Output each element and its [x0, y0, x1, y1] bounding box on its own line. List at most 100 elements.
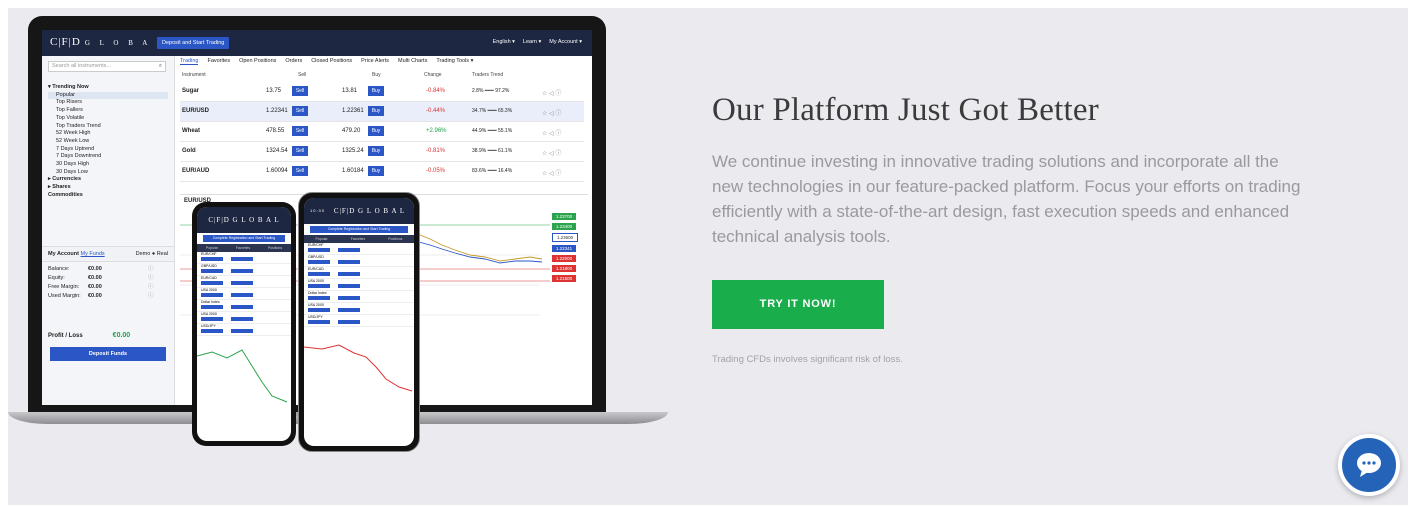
- tree-item[interactable]: Top Risers: [48, 99, 168, 107]
- phone-sell-bar[interactable]: [308, 272, 330, 276]
- tab-3[interactable]: Orders: [285, 58, 302, 65]
- tree-item[interactable]: Top Traders Trend: [48, 123, 168, 131]
- tree-item[interactable]: ▸ Currencies: [48, 176, 168, 184]
- buy-button[interactable]: Buy: [368, 86, 384, 96]
- phone-sell-bar[interactable]: [201, 329, 223, 333]
- sell-button[interactable]: Sell: [292, 126, 308, 136]
- phone-buy-bar[interactable]: [231, 293, 253, 297]
- row-actions-icon[interactable]: ☆ ◁ ⓘ: [542, 108, 561, 117]
- tree-item[interactable]: 52 Week High: [48, 130, 168, 138]
- phone-sell-bar[interactable]: [308, 320, 330, 324]
- phone-row[interactable]: EUR/CHF: [304, 243, 414, 255]
- account-label: Free Margin:: [48, 284, 80, 290]
- phone-buy-bar[interactable]: [338, 296, 360, 300]
- phone-sell-bar[interactable]: [308, 284, 330, 288]
- tab-0[interactable]: Trading: [180, 58, 199, 65]
- phone-buy-bar[interactable]: [338, 284, 360, 288]
- chat-bubble-icon: [1357, 453, 1381, 477]
- row-actions-icon[interactable]: ☆ ◁ ⓘ: [542, 88, 561, 97]
- chat-button[interactable]: [1338, 434, 1400, 496]
- phone-buy-bar[interactable]: [338, 248, 360, 252]
- phone-row[interactable]: USA 2000: [304, 303, 414, 315]
- phone-row[interactable]: USA 2000: [197, 312, 291, 324]
- tree-item[interactable]: Commodities: [48, 192, 168, 200]
- my-account-menu[interactable]: My Account ▾: [549, 39, 582, 45]
- phone-row[interactable]: USA 2000: [197, 288, 291, 300]
- row-actions-icon[interactable]: ☆ ◁ ⓘ: [542, 128, 561, 137]
- phone-buy-bar[interactable]: [231, 305, 253, 309]
- try-it-now-button[interactable]: TRY IT NOW!: [712, 280, 884, 329]
- row-actions-icon[interactable]: ☆ ◁ ⓘ: [542, 148, 561, 157]
- sell-button[interactable]: Sell: [292, 86, 308, 96]
- phone-buy-bar[interactable]: [231, 269, 253, 273]
- phone-row[interactable]: EUR/CAD: [304, 267, 414, 279]
- table-row[interactable]: EUR/USD 1.22341 Sell 1.22361 Buy -0.44% 34.7% …: [180, 102, 584, 122]
- phone-cta-button[interactable]: Complete Registration and Start Trading: [203, 235, 285, 242]
- tree-item[interactable]: ▾ Trending Now: [48, 84, 168, 92]
- tree-item[interactable]: Top Volatile: [48, 115, 168, 123]
- phone-sell-bar[interactable]: [308, 296, 330, 300]
- deposit-start-button[interactable]: Deposit and Start Trading: [157, 37, 230, 49]
- phone-sell-bar[interactable]: [201, 269, 223, 273]
- buy-price: 479.20: [342, 128, 361, 134]
- phone-buy-bar[interactable]: [231, 257, 253, 261]
- phone-sell-bar[interactable]: [201, 305, 223, 309]
- tree-item[interactable]: 7 Days Uptrend: [48, 146, 168, 154]
- buy-button[interactable]: Buy: [368, 126, 384, 136]
- phone-sell-bar[interactable]: [308, 308, 330, 312]
- tree-item[interactable]: Popular: [48, 91, 168, 100]
- tab-5[interactable]: Price Alerts: [361, 58, 389, 65]
- tab-2[interactable]: Open Positions: [239, 58, 276, 65]
- buy-price: 1.22361: [342, 108, 364, 114]
- instrument-search-input[interactable]: Search all instruments... ⌕: [48, 61, 166, 72]
- phone-buy-bar[interactable]: [338, 272, 360, 276]
- language-selector[interactable]: English ▾: [493, 39, 515, 45]
- table-row[interactable]: EUR/AUD 1.60094 Sell 1.60184 Buy -0.05% 83.6% …: [180, 162, 584, 182]
- phone-sell-bar[interactable]: [201, 257, 223, 261]
- phone-sell-bar[interactable]: [308, 260, 330, 264]
- phone-right-cta-button[interactable]: Complete Registration and Start Trading: [310, 226, 408, 233]
- phone-sell-bar[interactable]: [201, 317, 223, 321]
- table-row[interactable]: Gold 1324.54 Sell 1325.24 Buy -0.81% 38.9% ━━━…: [180, 142, 584, 162]
- phone-sell-bar[interactable]: [201, 293, 223, 297]
- tree-item[interactable]: Top Fallers: [48, 107, 168, 115]
- sell-button[interactable]: Sell: [292, 106, 308, 116]
- phone-row[interactable]: GBP/USD: [304, 255, 414, 267]
- table-row[interactable]: Wheat 478.55 Sell 479.20 Buy +2.96% 44.9% ━━━ …: [180, 122, 584, 142]
- phone-row[interactable]: GBP/USD: [197, 264, 291, 276]
- phone-sell-bar[interactable]: [201, 281, 223, 285]
- table-row[interactable]: Sugar 13.75 Sell 13.81 Buy -0.84% 2.8% ━━━ 97.…: [180, 82, 584, 102]
- sell-button[interactable]: Sell: [292, 146, 308, 156]
- phone-row[interactable]: USD/JPY: [304, 315, 414, 327]
- phone-row[interactable]: EUR/CAD: [197, 276, 291, 288]
- tree-item[interactable]: ▸ Shares: [48, 184, 168, 192]
- sell-button[interactable]: Sell: [292, 166, 308, 176]
- phone-buy-bar[interactable]: [231, 317, 253, 321]
- learn-menu[interactable]: Learn ▾: [523, 39, 541, 45]
- tree-item[interactable]: 7 Days Downtrend: [48, 153, 168, 161]
- my-funds-link[interactable]: My Funds: [81, 251, 105, 257]
- phone-buy-bar[interactable]: [231, 329, 253, 333]
- deposit-funds-button[interactable]: Deposit Funds: [50, 347, 166, 361]
- tab-7[interactable]: Trading Tools ▾: [436, 58, 473, 65]
- phone-sell-bar[interactable]: [308, 248, 330, 252]
- buy-button[interactable]: Buy: [368, 146, 384, 156]
- buy-button[interactable]: Buy: [368, 166, 384, 176]
- phone-buy-bar[interactable]: [338, 308, 360, 312]
- row-actions-icon[interactable]: ☆ ◁ ⓘ: [542, 168, 561, 177]
- buy-button[interactable]: Buy: [368, 106, 384, 116]
- phone-buy-bar[interactable]: [231, 281, 253, 285]
- phone-row[interactable]: Dollar Index: [197, 300, 291, 312]
- tree-item[interactable]: 52 Week Low: [48, 138, 168, 146]
- phone-row[interactable]: USA 2000: [304, 279, 414, 291]
- tree-item[interactable]: 30 Days Low: [48, 169, 168, 177]
- tab-4[interactable]: Closed Positions: [311, 58, 352, 65]
- phone-buy-bar[interactable]: [338, 260, 360, 264]
- tree-item[interactable]: 30 Days High: [48, 161, 168, 169]
- phone-row[interactable]: Dollar Index: [304, 291, 414, 303]
- tab-1[interactable]: Favorites: [207, 58, 230, 65]
- tab-6[interactable]: Multi Charts: [398, 58, 427, 65]
- phone-row[interactable]: EUR/CHF: [197, 252, 291, 264]
- phone-buy-bar[interactable]: [338, 320, 360, 324]
- phone-row[interactable]: USD/JPY: [197, 324, 291, 336]
